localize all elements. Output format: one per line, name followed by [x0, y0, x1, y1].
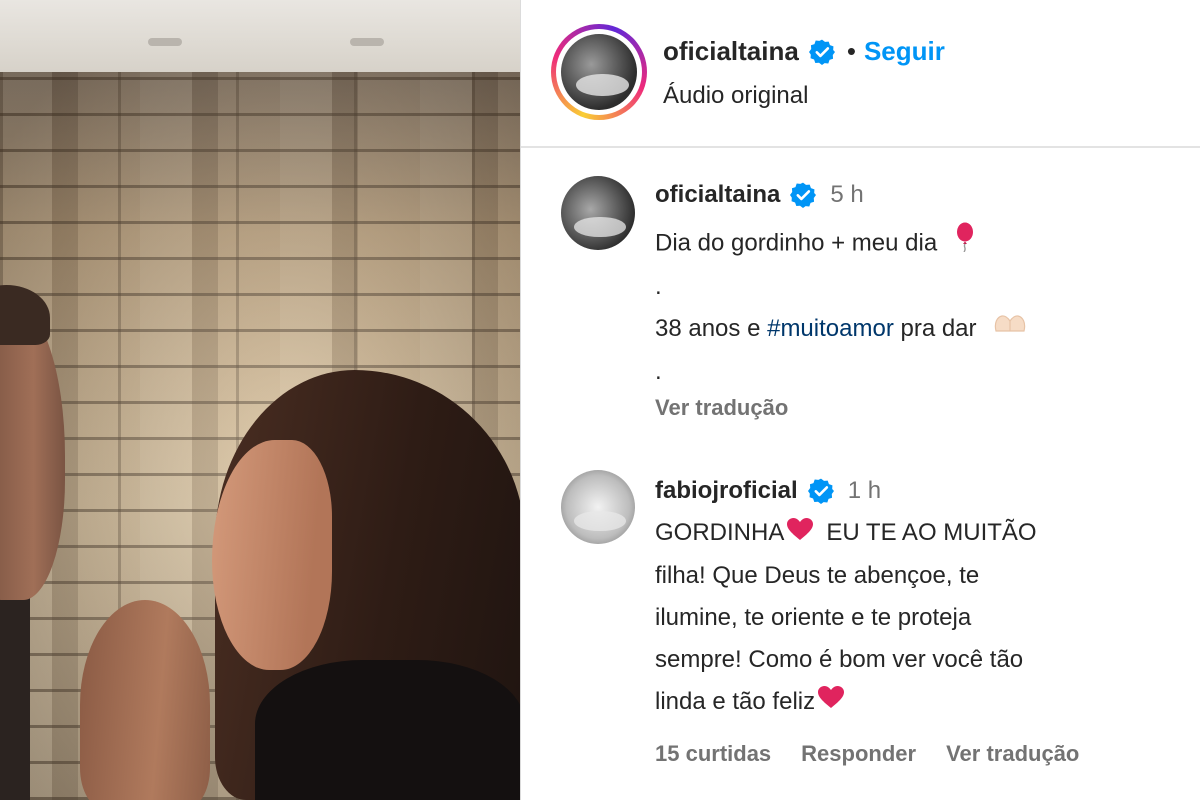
- caption-dot: .: [655, 273, 662, 300]
- red-heart-icon: [786, 513, 814, 555]
- post-header: oficialtaina • Seguir Áudio original: [521, 0, 1200, 148]
- caption-text: pra dar: [893, 315, 977, 342]
- caption-timestamp[interactable]: 5 h: [830, 181, 863, 209]
- follow-button[interactable]: Seguir: [864, 36, 945, 67]
- ceiling: [0, 0, 520, 75]
- caption-line: Dia do gordinho + meu dia: [655, 222, 1175, 266]
- comment-text: filha! Que Deus te abençoe, te: [655, 561, 980, 589]
- balloon-icon: [954, 222, 976, 266]
- avatar[interactable]: [561, 470, 635, 544]
- comment-text: linda e tão feliz: [655, 687, 816, 715]
- caption-text: Dia do gordinho + meu dia: [655, 229, 938, 257]
- woman-figure-face: [212, 440, 332, 670]
- caption-username[interactable]: oficialtaina: [655, 181, 780, 209]
- comment-text: sempre! Como é bom ver você tão: [655, 645, 1024, 673]
- red-heart-icon: [817, 681, 845, 723]
- header-user-row: oficialtaina • Seguir: [663, 36, 945, 67]
- post-details-panel: oficialtaina • Seguir Áudio original ofi…: [521, 0, 1200, 800]
- ceiling-light: [350, 38, 384, 46]
- comment-timestamp[interactable]: 1 h: [848, 477, 881, 505]
- comment-line: GORDINHA EU TE AO MUITÃO: [655, 512, 1175, 555]
- caption-line: 38 anos e #muitoamor pra dar: [655, 308, 1175, 351]
- separator-dot: •: [846, 36, 856, 66]
- comment-username[interactable]: fabiojroficial: [655, 477, 798, 505]
- verified-badge-icon: [807, 478, 834, 504]
- caption-dot: .: [655, 357, 662, 385]
- avatar[interactable]: [561, 34, 637, 110]
- comment-text: ilumine, te oriente e te proteja: [655, 603, 972, 631]
- likes-count-link[interactable]: 15 curtidas: [655, 741, 771, 767]
- story-ring[interactable]: [551, 24, 647, 120]
- avatar[interactable]: [561, 176, 635, 250]
- comment-text: GORDINHA: [655, 519, 785, 546]
- see-translation-link[interactable]: Ver tradução: [946, 741, 1079, 767]
- woman-figure-body: [255, 660, 520, 800]
- heart-hands-icon: [993, 309, 1027, 351]
- verified-badge-icon: [790, 182, 817, 208]
- post-author-username[interactable]: oficialtaina: [663, 36, 799, 67]
- caption-text: 38 anos e: [655, 315, 768, 342]
- see-translation-link[interactable]: Ver tradução: [655, 395, 1175, 421]
- hashtag-link[interactable]: #muitoamor: [767, 315, 894, 342]
- post-photo[interactable]: [0, 0, 520, 800]
- comment-line: linda e tão feliz: [655, 681, 1175, 724]
- ceiling-light: [148, 38, 182, 46]
- comment-text: EU TE AO MUITÃO: [826, 519, 1037, 546]
- audio-label[interactable]: Áudio original: [663, 82, 808, 110]
- comment-actions: 15 curtidas Responder Ver tradução: [655, 741, 1175, 767]
- verified-badge-icon: [808, 39, 835, 65]
- pressed-hands: [80, 600, 210, 800]
- reply-button[interactable]: Responder: [801, 741, 916, 767]
